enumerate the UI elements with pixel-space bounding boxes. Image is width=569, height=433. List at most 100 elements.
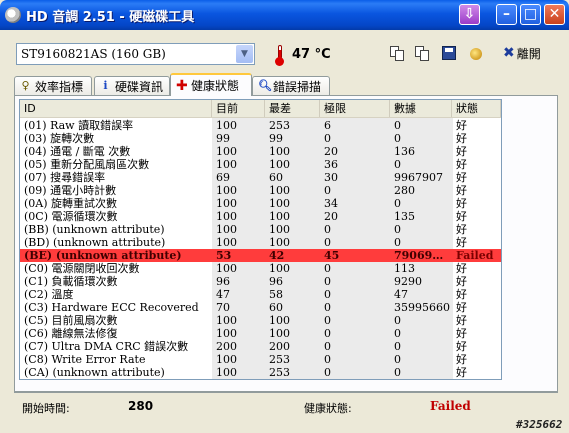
drive-select[interactable]: ST9160821AS (160 GB) ▼ — [16, 43, 255, 65]
cell-status: 好 — [456, 171, 467, 184]
table-row[interactable]: (C6) 離線無法修復 100 100 0 0 好 — [20, 327, 501, 340]
cell-status: 好 — [456, 223, 467, 236]
table-row[interactable]: (C0) 電源關閉收回次數 100 100 0 113 好 — [20, 262, 501, 275]
cell-status: 好 — [456, 236, 467, 249]
table-row[interactable]: (CA) (unknown attribute) 100 253 0 0 好 — [20, 366, 501, 379]
minimize-button[interactable]: – — [496, 4, 517, 25]
table-row-failed[interactable]: (BE) (unknown attribute) 53 42 45 79069… Fail… — [20, 249, 501, 262]
cell-status: 好 — [456, 327, 467, 340]
cell-current: 69 — [216, 171, 230, 184]
cell-id: (0C) 電源循環次數 — [24, 210, 118, 223]
cell-worst: 100 — [269, 184, 290, 197]
cell-data: 136 — [394, 145, 415, 158]
health-status-label: 健康狀態: — [304, 402, 352, 415]
cell-data: 135 — [394, 210, 415, 223]
cell-current: 100 — [216, 145, 237, 158]
cell-data: 79069… — [394, 249, 444, 262]
table-row[interactable]: (C5) 目前風扇次數 100 100 0 0 好 — [20, 314, 501, 327]
cell-data: 113 — [394, 262, 415, 275]
smart-attribute-list[interactable]: ID 目前 最差 極限 數據 狀態 (01) Raw 讀取錯誤率 100 253 6 0… — [19, 99, 502, 380]
column-header-worst[interactable]: 最差 — [265, 100, 320, 117]
options-icon[interactable] — [468, 45, 484, 61]
close-button[interactable]: ✕ — [544, 4, 565, 25]
cell-id: (C3) Hardware ECC Recovered — [24, 301, 199, 314]
cell-id: (05) 重新分配風扇區次數 — [24, 158, 150, 171]
cell-data: 0 — [394, 314, 401, 327]
cell-data: 35995660 — [394, 301, 450, 314]
tab-label: 效率指標 — [35, 79, 84, 94]
cell-data: 0 — [394, 236, 401, 249]
cell-id: (BB) (unknown attribute) — [24, 223, 165, 236]
table-row[interactable]: (0C) 電源循環次數 100 100 20 135 好 — [20, 210, 501, 223]
table-row[interactable]: (BD) (unknown attribute) 100 100 0 0 好 — [20, 236, 501, 249]
table-row[interactable]: (C3) Hardware ECC Recovered 70 60 0 35995660… — [20, 301, 501, 314]
cell-worst: 42 — [269, 249, 285, 262]
table-row[interactable]: (05) 重新分配風扇區次數 100 100 36 0 好 — [20, 158, 501, 171]
cell-threshold: 0 — [324, 327, 331, 340]
cell-id: (09) 通電小時計數 — [24, 184, 117, 197]
cell-threshold: 20 — [324, 145, 338, 158]
table-row[interactable]: (C2) 溫度 47 58 0 47 好 — [20, 288, 501, 301]
table-row[interactable]: (09) 通電小時計數 100 100 0 280 好 — [20, 184, 501, 197]
cell-worst: 100 — [269, 158, 290, 171]
copy-icon[interactable] — [389, 45, 405, 61]
table-row[interactable]: (04) 通電 / 斷電 次數 100 100 20 136 好 — [20, 145, 501, 158]
cell-id: (07) 搜尋錯誤率 — [24, 171, 106, 184]
tab-label: 硬碟資訊 — [115, 79, 164, 94]
start-time-label: 開始時間: — [22, 402, 70, 415]
save-icon[interactable] — [441, 45, 457, 61]
table-row[interactable]: (0A) 旋轉重試次數 100 100 34 0 好 — [20, 197, 501, 210]
cell-status: 好 — [456, 132, 467, 145]
cell-worst: 100 — [269, 145, 290, 158]
cell-data: 0 — [394, 132, 401, 145]
column-header-status[interactable]: 狀態 — [452, 100, 501, 117]
column-header-id[interactable]: ID — [20, 100, 212, 117]
table-row[interactable]: (BB) (unknown attribute) 100 100 0 0 好 — [20, 223, 501, 236]
start-time-value: 280 — [128, 399, 154, 413]
table-row[interactable]: (C7) Ultra DMA CRC 錯誤次數 200 200 0 0 好 — [20, 340, 501, 353]
cell-current: 100 — [216, 197, 237, 210]
cell-data: 0 — [394, 119, 401, 132]
column-header-data[interactable]: 數據 — [390, 100, 452, 117]
copy-all-icon[interactable] — [414, 45, 430, 61]
cell-threshold: 0 — [324, 353, 331, 366]
window-title: HD 音調 2.51 - 硬磁碟工具 — [26, 10, 195, 25]
minimize-to-tray-button[interactable]: ⇩ — [459, 4, 480, 25]
tab-error-scan[interactable]: 🔍︎ 錯誤掃描 — [252, 76, 330, 95]
cell-data: 9290 — [394, 275, 422, 288]
table-row[interactable]: (07) 搜尋錯誤率 69 60 30 9967907 好 — [20, 171, 501, 184]
cell-current: 100 — [216, 262, 237, 275]
tab-info[interactable]: i 硬碟資訊 — [94, 76, 170, 95]
chevron-down-icon[interactable]: ▼ — [236, 45, 253, 63]
cell-threshold: 6 — [324, 119, 331, 132]
arrow-down-icon: ⇩ — [463, 6, 476, 22]
cell-status: 好 — [456, 197, 467, 210]
cell-data: 280 — [394, 184, 415, 197]
table-row[interactable]: (C8) Write Error Rate 100 253 0 0 好 — [20, 353, 501, 366]
table-row[interactable]: (01) Raw 讀取錯誤率 100 253 6 0 好 — [20, 119, 501, 132]
tab-benchmark[interactable]: ♀ 效率指標 — [14, 76, 92, 95]
column-header-threshold[interactable]: 極限 — [320, 100, 390, 117]
cell-id: (04) 通電 / 斷電 次數 — [24, 145, 131, 158]
maximize-button[interactable]: □ — [520, 4, 541, 25]
tab-health[interactable]: ✚ 健康狀態 — [170, 73, 252, 96]
cell-data: 0 — [394, 197, 401, 210]
cell-id: (C8) Write Error Rate — [24, 353, 146, 366]
cell-worst: 253 — [269, 119, 290, 132]
cell-status: 好 — [456, 314, 467, 327]
thermometer-icon — [274, 45, 286, 66]
cell-status: 好 — [456, 353, 467, 366]
cell-status: 好 — [456, 119, 467, 132]
close-icon: ✕ — [548, 6, 561, 22]
cell-current: 53 — [216, 249, 232, 262]
cell-id: (C1) 負載循環次數 — [24, 275, 118, 288]
cell-worst: 253 — [269, 366, 290, 379]
column-header-current[interactable]: 目前 — [212, 100, 265, 117]
exit-button[interactable]: ✖ 離開 — [503, 44, 541, 62]
table-row[interactable]: (03) 旋轉次數 99 99 0 0 好 — [20, 132, 501, 145]
cell-worst: 100 — [269, 210, 290, 223]
table-row[interactable]: (C1) 負載循環次數 96 96 0 9290 好 — [20, 275, 501, 288]
cell-id: (C0) 電源關閉收回次數 — [24, 262, 140, 275]
cell-worst: 96 — [269, 275, 283, 288]
cell-id: (01) Raw 讀取錯誤率 — [24, 119, 134, 132]
